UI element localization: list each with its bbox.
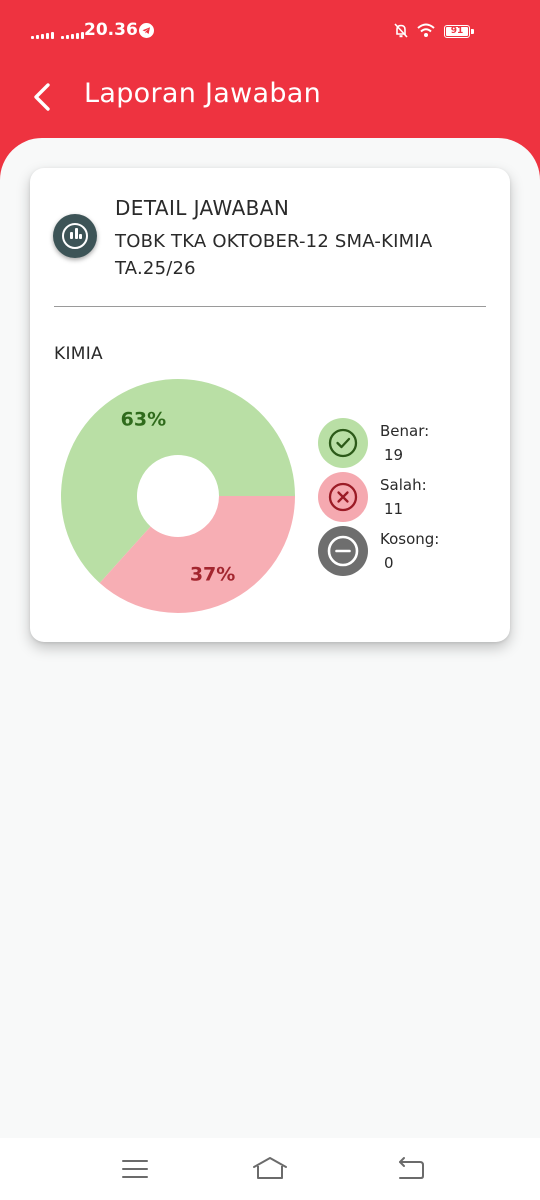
back-nav-button[interactable] <box>390 1152 430 1186</box>
donut-label-salah: 37% <box>190 564 235 586</box>
legend-item-kosong: Kosong: 0 <box>318 526 488 576</box>
check-icon <box>328 428 358 458</box>
subject-label: KIMIA <box>54 344 103 364</box>
legend-kosong-label: Kosong: <box>380 530 440 548</box>
bar-chart-icon <box>53 214 97 258</box>
legend-benar-value: 19 <box>384 446 404 464</box>
card-subtitle: TOBK TKA OKTOBER-12 SMA-KIMIA TA.25/26 <box>115 231 433 279</box>
menu-button[interactable] <box>115 1152 155 1186</box>
divider <box>54 306 486 307</box>
mute-icon <box>394 23 408 38</box>
card-title: DETAIL JAWABAN <box>115 196 290 220</box>
legend-salah-label: Salah: <box>380 476 427 494</box>
donut-chart: 63% 37% <box>60 379 295 613</box>
battery-icon: 91 <box>444 25 474 38</box>
chevron-left-icon <box>34 83 50 111</box>
legend-kosong-circle <box>318 526 368 576</box>
answer-detail-card: DETAIL JAWABAN TOBK TKA OKTOBER-12 SMA-K… <box>30 168 510 642</box>
signal-icon <box>31 29 54 39</box>
menu-icon <box>122 1160 148 1178</box>
close-icon <box>328 482 358 512</box>
app-bar: Laporan Jawaban <box>0 62 540 134</box>
back-button[interactable] <box>26 76 62 116</box>
battery-level: 91 <box>446 27 468 36</box>
legend-salah-value: 11 <box>384 500 404 518</box>
minus-icon <box>327 535 359 567</box>
page-title: Laporan Jawaban <box>84 78 322 109</box>
legend-kosong-value: 0 <box>384 554 394 572</box>
status-time: 20.36 <box>84 20 138 40</box>
signal-icon <box>61 29 84 39</box>
home-icon <box>253 1157 287 1179</box>
legend-benar-label: Benar: <box>380 422 430 440</box>
home-button[interactable] <box>250 1152 290 1186</box>
legend-item-salah: Salah: 11 <box>318 472 488 522</box>
legend-item-benar: Benar: 19 <box>318 418 488 468</box>
system-nav-bar <box>0 1138 540 1200</box>
wifi-icon <box>417 23 435 37</box>
back-icon <box>399 1157 424 1179</box>
donut-label-benar: 63% <box>121 408 166 430</box>
status-bar: 20.36 91 <box>0 0 540 62</box>
legend-salah-circle <box>318 472 368 522</box>
telegram-icon <box>139 23 154 38</box>
legend-benar-circle <box>318 418 368 468</box>
